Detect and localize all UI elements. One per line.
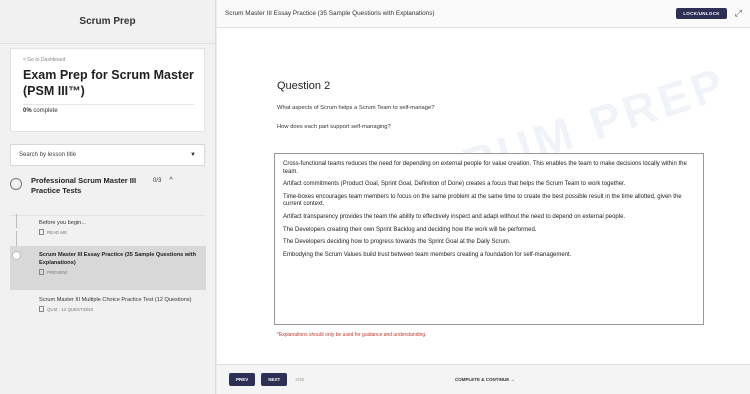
lesson-content: SCRUM PREP Question 2 What aspects of Sc… [217,28,750,364]
section-header[interactable]: Professional Scrum Master III Practice T… [10,176,205,216]
quiz-icon [39,306,44,312]
expand-icon[interactable]: ⤢ [735,8,742,19]
question-heading: Question 2 [277,80,331,92]
progress-text: 0% complete [23,108,194,114]
lesson-status-dot-icon [12,251,21,260]
next-button[interactable]: NEXT [261,373,288,386]
section-title: Professional Scrum Master III Practice T… [31,176,137,195]
answer-paragraph: The Developers deciding how to progress … [283,239,511,246]
divider [23,104,194,105]
course-title: Exam Prep for Scrum Master (PSM III™) [23,68,194,98]
caret-down-icon: ▼ [190,152,196,158]
lesson-search-select[interactable]: Search by lesson title ▼ [10,144,205,166]
lesson-footer: PREV NEXT 2/35 COMPLETE & CONTINUE → [217,364,750,394]
sidebar: Scrum Prep < Go to Dashboard Exam Prep f… [0,0,216,394]
document-icon [39,229,44,235]
lesson-title: Scrum Master III Multiple Choice Practic… [39,297,192,303]
answer-box: Cross-functional teams reduces the need … [274,153,704,325]
answer-paragraph: Embodying the Scrum Values build trust b… [283,251,572,258]
document-icon [39,269,44,275]
answer-paragraph: Artifact commitments (Product Goal, Spri… [283,181,626,188]
lesson-item-before-you-begin[interactable]: Before you begin... READ ME [10,214,206,246]
lesson-title: Scrum Master III Essay Practice (35 Samp… [39,252,196,266]
prev-button[interactable]: PREV [229,373,256,386]
explanation-note: *Explanations should only be used for gu… [277,332,427,338]
brand-name: Scrum Prep [0,0,215,44]
lock-unlock-button[interactable]: LOCK/UNLOCK [676,8,727,19]
lesson-item-multiple-choice[interactable]: Scrum Master III Multiple Choice Practic… [10,292,206,328]
section-count: 0/3 [153,178,162,184]
search-placeholder: Search by lesson title [19,152,77,158]
question-subtext: How does each part support self-managing… [277,124,391,130]
lesson-meta: PREVIEW [39,269,206,275]
course-card: < Go to Dashboard Exam Prep for Scrum Ma… [10,48,205,132]
lesson-meta: QUIZ · 12 QUESTIONS [39,306,206,312]
complete-continue-button[interactable]: COMPLETE & CONTINUE → [455,377,515,382]
page-indicator: 2/35 [295,377,305,382]
dashboard-link[interactable]: < Go to Dashboard [23,57,194,63]
section-status-circle-icon [10,178,22,190]
lesson-title: Before you begin... [39,220,86,226]
answer-paragraph: Cross-functional teams reduces the need … [283,161,687,175]
answer-paragraph: Time-boxes encourages team members to fo… [283,193,682,208]
lesson-meta-label: READ ME [47,229,68,235]
lesson-item-essay-practice[interactable]: Scrum Master III Essay Practice (35 Samp… [10,246,206,290]
question-text: What aspects of Scrum helps a Scrum Team… [277,105,435,111]
progress-label: complete [33,108,58,114]
lesson-header: Scrum Master III Essay Practice (35 Samp… [217,0,750,28]
lesson-meta: READ ME [39,229,206,235]
answer-paragraph: The Developers creating their own Sprint… [283,226,537,233]
answer-paragraph: Artifact transparency provides the team … [283,213,626,220]
chevron-up-icon[interactable]: ^ [169,177,172,184]
lesson-meta-label: QUIZ · 12 QUESTIONS [47,306,94,312]
lesson-header-title: Scrum Master III Essay Practice (35 Samp… [225,10,435,17]
lesson-meta-label: PREVIEW [47,269,68,275]
timeline-line [16,231,17,246]
progress-value: 0% [23,108,32,114]
